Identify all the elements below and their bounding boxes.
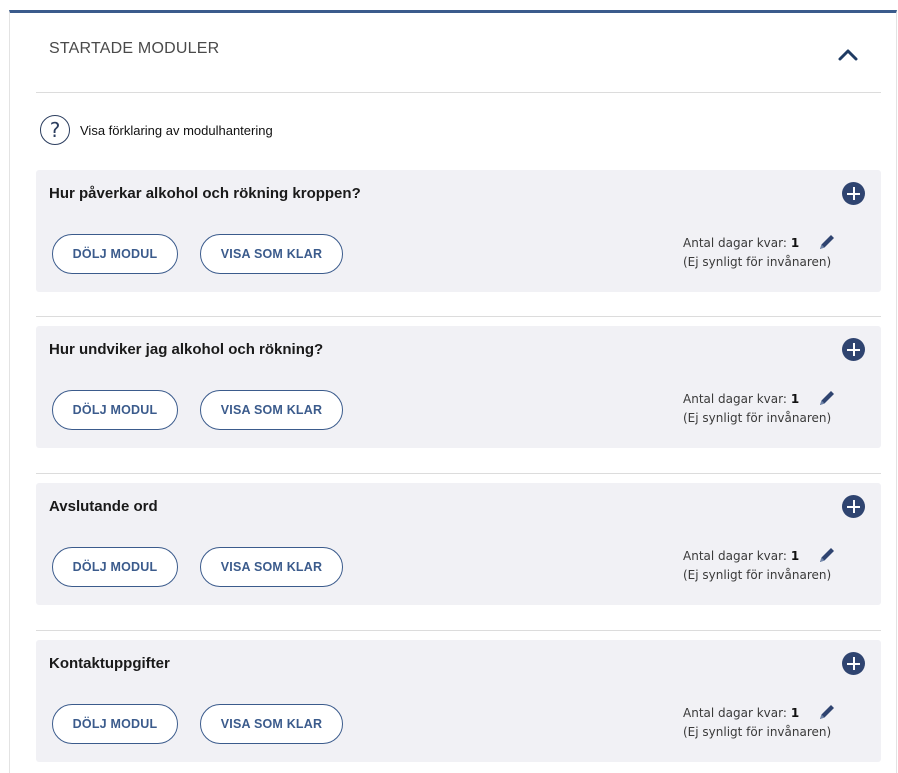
module-title: Hur påverkar alkohol och rökning kroppen…: [49, 185, 361, 202]
visibility-note: (Ej synligt för invånaren): [683, 255, 832, 269]
mark-done-button[interactable]: VISA SOM KLAR: [200, 704, 343, 744]
panel-header[interactable]: STARTADE MODULER: [10, 13, 896, 89]
pencil-icon[interactable]: [817, 545, 837, 565]
help-explanation-text: Visa förklaring av modulhantering: [80, 122, 273, 138]
days-remaining: Antal dagar kvar: 1 (Ej synligt för invån…: [683, 547, 831, 585]
visibility-note: (Ej synligt för invånaren): [683, 725, 832, 739]
pencil-icon[interactable]: [817, 232, 837, 252]
module-card: Hur undviker jag alkohol och rökning? DÖ…: [36, 326, 881, 448]
days-remaining: Antal dagar kvar: 1 (Ej synligt för invån…: [683, 234, 831, 272]
plus-circle-icon[interactable]: [842, 338, 865, 361]
mark-done-button[interactable]: VISA SOM KLAR: [200, 547, 343, 587]
days-remaining: Antal dagar kvar: 1 (Ej synligt för invån…: [683, 704, 831, 742]
header-divider: [36, 92, 881, 93]
started-modules-panel: STARTADE MODULER ? Visa förklaring av mo…: [9, 10, 897, 773]
plus-circle-icon[interactable]: [842, 652, 865, 675]
chevron-up-icon[interactable]: [836, 43, 860, 67]
question-circle-icon[interactable]: ?: [40, 115, 70, 145]
module-card: Kontaktuppgifter DÖLJ MODUL VISA SOM KLA…: [36, 640, 881, 762]
mark-done-button[interactable]: VISA SOM KLAR: [200, 234, 343, 274]
module-title: Kontaktuppgifter: [49, 655, 170, 672]
days-remaining-label: Antal dagar kvar:: [683, 392, 787, 406]
help-explanation-link[interactable]: ? Visa förklaring av modulhantering: [40, 114, 273, 146]
module-card: Hur påverkar alkohol och rökning kroppen…: [36, 170, 881, 292]
module-divider: [36, 630, 881, 631]
plus-circle-icon[interactable]: [842, 495, 865, 518]
hide-module-button[interactable]: DÖLJ MODUL: [52, 234, 178, 274]
module-card: Avslutande ord DÖLJ MODUL VISA SOM KLAR …: [36, 483, 881, 605]
module-title: Avslutande ord: [49, 498, 158, 515]
hide-module-button[interactable]: DÖLJ MODUL: [52, 547, 178, 587]
visibility-note: (Ej synligt för invånaren): [683, 411, 832, 425]
days-remaining-label: Antal dagar kvar:: [683, 236, 787, 250]
pencil-icon[interactable]: [817, 702, 837, 722]
days-remaining-label: Antal dagar kvar:: [683, 549, 787, 563]
plus-circle-icon[interactable]: [842, 182, 865, 205]
days-remaining-value: 1: [790, 392, 800, 406]
hide-module-button[interactable]: DÖLJ MODUL: [52, 390, 178, 430]
module-divider: [36, 473, 881, 474]
module-divider: [36, 316, 881, 317]
days-remaining: Antal dagar kvar: 1 (Ej synligt för invån…: [683, 390, 831, 428]
days-remaining-value: 1: [790, 706, 800, 720]
days-remaining-value: 1: [790, 549, 800, 563]
days-remaining-value: 1: [790, 236, 800, 250]
hide-module-button[interactable]: DÖLJ MODUL: [52, 704, 178, 744]
panel-title: STARTADE MODULER: [49, 40, 220, 57]
days-remaining-label: Antal dagar kvar:: [683, 706, 787, 720]
module-title: Hur undviker jag alkohol och rökning?: [49, 341, 324, 358]
pencil-icon[interactable]: [817, 388, 837, 408]
mark-done-button[interactable]: VISA SOM KLAR: [200, 390, 343, 430]
visibility-note: (Ej synligt för invånaren): [683, 568, 832, 582]
